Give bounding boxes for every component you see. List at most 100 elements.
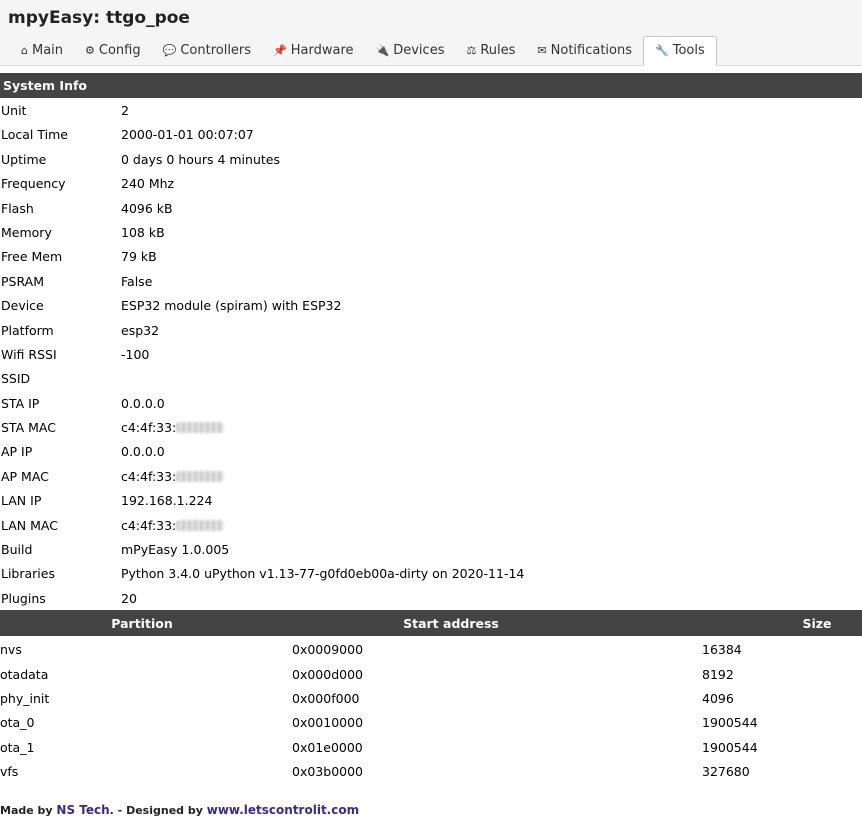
info-row: STA IP 0.0.0.0 (0, 391, 862, 415)
redacted-mac-blur (176, 470, 225, 482)
tab-devices[interactable]: 🔌 Devices (365, 37, 456, 65)
partition-cell: 16384 (702, 642, 742, 658)
info-value: 4096 kB (121, 201, 173, 216)
partition-col-header-1: Partition (111, 616, 173, 632)
info-key: Device (1, 298, 44, 314)
info-value: 0.0.0.0 (121, 396, 165, 411)
devices-icon: 🔌 (375, 44, 390, 57)
partition-cell: 0x000f000 (292, 690, 360, 706)
info-row: Wifi RSSI -100 (0, 342, 862, 366)
system-info-heading: System Info (0, 73, 862, 98)
page-title: mpyEasy: ttgo_poe (8, 8, 190, 28)
info-row: Platform esp32 (0, 318, 862, 342)
tab-rules[interactable]: ⚖ Rules (455, 37, 526, 65)
info-value-text: 4096 kB (121, 200, 173, 216)
tab-config[interactable]: ⚙ Config (74, 37, 152, 65)
info-value: 20 (121, 591, 137, 606)
partition-row: ota_1 0x01e0000 1900544 (0, 734, 862, 758)
info-key: AP IP (1, 444, 33, 460)
info-row: Libraries Python 3.4.0 uPython v1.13-77-g… (0, 561, 862, 585)
info-key: Platform (1, 322, 54, 338)
partition-cell: 1900544 (702, 739, 758, 755)
info-value-text: 108 kB (121, 224, 165, 240)
info-value: -100 (121, 347, 149, 362)
rules-icon: ⚖ (466, 44, 477, 57)
info-key: Libraries (1, 566, 55, 582)
redacted-mac-blur (176, 422, 225, 434)
info-value: 192.168.1.224 (121, 493, 212, 508)
info-value: False (121, 274, 152, 289)
partition-row: otadata 0x000d000 8192 (0, 661, 862, 685)
redacted-mac-blur (176, 519, 225, 531)
info-value-text: c4:4f:33: (121, 420, 177, 436)
partition-cell: 0x0009000 (292, 642, 364, 658)
info-row: Memory 108 kB (0, 220, 862, 244)
info-value-text: c4:4f:33: (121, 517, 177, 533)
partition-cell: 1900544 (702, 715, 758, 731)
info-row: PSRAM False (0, 269, 862, 293)
tab-label: Controllers (180, 43, 252, 58)
partition-row: ota_0 0x0010000 1900544 (0, 709, 862, 733)
tools-icon: 🔧 (655, 44, 669, 57)
info-value: c4:4f:33: (121, 420, 225, 436)
info-key: Plugins (1, 590, 46, 606)
tab-label: Hardware (290, 43, 354, 58)
system-info-table: Unit 2 Local Time 2000-01-01 00:07:07 Uptime… (0, 98, 862, 610)
info-row: STA MAC c4:4f:33: (0, 415, 862, 439)
info-key: SSID (1, 371, 31, 387)
info-value-text: c4:4f:33: (121, 468, 177, 484)
info-value-text: 0 days 0 hours 4 minutes (121, 151, 280, 167)
footer-made-by: Made by (0, 804, 57, 817)
tab-controllers[interactable]: 💬 Controllers (152, 37, 262, 65)
info-value-text: 20 (121, 590, 137, 606)
controllers-icon: 💬 (162, 44, 177, 57)
info-value: 0 days 0 hours 4 minutes (121, 152, 280, 167)
info-value-text: esp32 (121, 322, 160, 338)
partition-table: nvs 0x0009000 16384 otadata 0x000d000 8192 phy… (0, 636, 862, 782)
info-value: Python 3.4.0 uPython v1.13-77-g0fd0eb00a… (121, 566, 524, 581)
tab-label: Notifications (550, 43, 633, 58)
partition-cell: otadata (0, 666, 49, 682)
footer-designer-link[interactable]: www.letscontrolit.com (207, 803, 359, 817)
info-value-text: Python 3.4.0 uPython v1.13-77-g0fd0eb00a… (121, 566, 525, 582)
tab-notifications[interactable]: ✉ Notifications (526, 37, 643, 65)
info-key: STA IP (1, 395, 40, 411)
info-value-text: False (121, 273, 153, 289)
info-value: 79 kB (121, 249, 157, 264)
notifications-icon: ✉ (537, 44, 547, 57)
partition-cell: 0x03b0000 (292, 764, 364, 780)
info-value-text: 0.0.0.0 (121, 395, 165, 411)
footer-author-link[interactable]: NS Tech (56, 803, 109, 817)
info-key: Unit (1, 103, 27, 118)
info-key: Wifi RSSI (1, 346, 57, 362)
info-value-text: 2000-01-01 00:07:07 (121, 127, 254, 143)
partition-row: vfs 0x03b0000 327680 (0, 758, 862, 782)
info-row: Uptime 0 days 0 hours 4 minutes (0, 147, 862, 171)
info-key: LAN MAC (1, 517, 58, 533)
info-row: Flash 4096 kB (0, 196, 862, 220)
top-bar: mpyEasy: ttgo_poe ⌂ Main ⚙ Config 💬 Controlle… (0, 0, 862, 66)
info-value-text: 192.168.1.224 (121, 493, 213, 509)
info-value: esp32 (121, 323, 159, 338)
info-row: Device ESP32 module (spiram) with ESP32 (0, 293, 862, 317)
info-key: PSRAM (1, 273, 44, 289)
info-key: STA MAC (1, 420, 56, 436)
partition-row: phy_init 0x000f000 4096 (0, 685, 862, 709)
tab-main[interactable]: ⌂ Main (10, 37, 74, 65)
info-row: SSID (0, 366, 862, 390)
info-value-text: ESP32 module (spiram) with ESP32 (121, 298, 342, 314)
tab-label: Tools (672, 43, 705, 58)
partition-cell: ota_1 (0, 739, 35, 755)
info-value-text: mPyEasy 1.0.005 (121, 542, 230, 558)
info-value: 108 kB (121, 225, 165, 240)
tab-hardware[interactable]: 📌 Hardware (262, 37, 364, 65)
tab-bar: ⌂ Main ⚙ Config 💬 Controllers 📌 Hardware 🔌 Device… (10, 36, 717, 66)
partition-cell: 0x000d000 (292, 666, 364, 682)
partition-cell: nvs (0, 642, 22, 658)
info-key: Frequency (1, 176, 66, 192)
partition-cell: 0x01e0000 (292, 739, 363, 755)
tab-label: Rules (480, 43, 516, 58)
partition-cell: vfs (0, 764, 19, 780)
tab-tools[interactable]: 🔧 Tools (643, 36, 717, 66)
info-key: LAN IP (1, 493, 42, 509)
